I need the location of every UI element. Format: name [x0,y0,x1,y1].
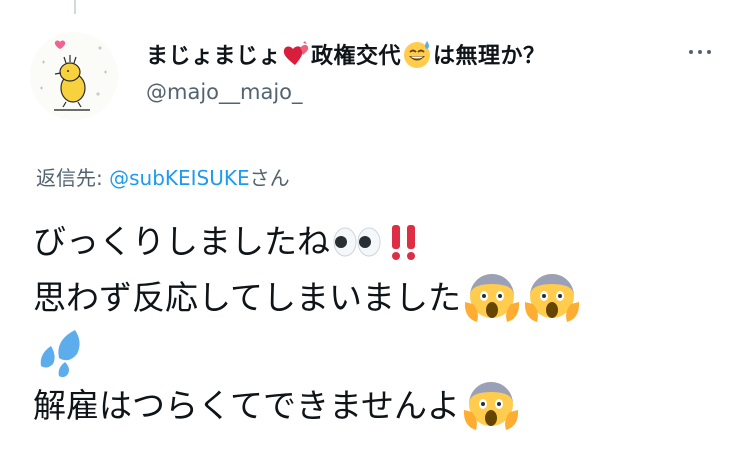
reply-prefix: 返信先: [36,166,110,190]
tweet-text-line-4-text: 解雇はつらくてできませんよ [33,386,461,425]
more-options-button[interactable] [680,40,720,64]
tweet-text-line-2: 思わず反応してしまいました [33,272,581,324]
display-name-part-3: は無理か？ [433,44,546,69]
tweet-text-line-1: びっくりしましたね [33,216,424,268]
screaming-face-icon [463,272,521,324]
eyes-icon [332,225,382,259]
reply-mention-link[interactable]: @subKEISUKE [109,166,250,190]
reply-context: 返信先: @subKEISUKEさん [36,162,290,191]
more-options-icon [689,50,693,54]
woodstock-avatar-icon [40,40,107,111]
tweet-text-line-3 [33,328,91,378]
reply-suffix: さん [249,166,290,190]
display-name[interactable]: まじょまじょ 政権交代 は無理か？ [146,36,546,72]
display-name-part-1: まじょまじょ [146,44,282,69]
user-handle[interactable]: @majo__majo_ [146,80,303,104]
double-exclamation-icon [384,222,424,262]
screaming-face-icon [462,380,520,432]
tweet-text-line-4: 解雇はつらくてできませんよ [33,380,520,432]
heart-with-ribbon-icon [281,39,311,69]
avatar[interactable] [30,32,118,120]
tweet-text-line-1-text: びっくりしましたね [33,222,330,261]
tweet-text-line-2-text: 思わず反応してしまいました [33,278,462,317]
thread-connector-line [74,0,76,14]
grinning-sweat-icon [401,38,433,70]
sweat-droplets-icon [35,328,91,378]
display-name-part-2: 政権交代 [311,44,402,69]
screaming-face-icon [523,272,581,324]
